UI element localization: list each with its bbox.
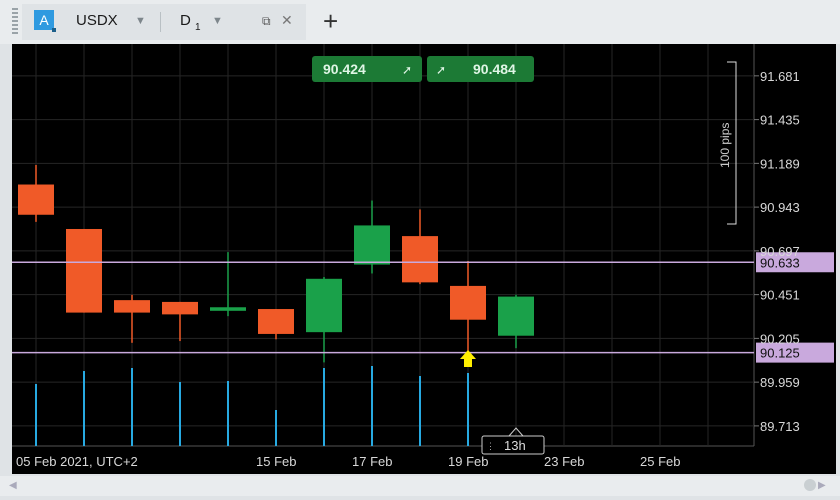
detach-window-icon[interactable]: ⧉ xyxy=(262,14,271,29)
price-tick-label: 90.697 xyxy=(760,244,800,259)
candlestick-chart[interactable]: 90.63390.125 91.68191.43591.18990.94390.… xyxy=(12,44,836,474)
date-tick-label: 19 Feb xyxy=(448,454,488,469)
pips-label: 100 pips xyxy=(718,123,732,168)
timeframe-multiplier: 1 xyxy=(195,22,201,33)
candle-body xyxy=(162,301,198,315)
candle-body xyxy=(402,236,438,283)
price-tick-label: 91.681 xyxy=(760,69,800,84)
scroll-left-icon[interactable]: ◀ xyxy=(9,480,17,491)
arrow-up-right-icon: ➚ xyxy=(436,63,446,77)
candle-body xyxy=(210,307,246,311)
horizontal-scrollbar[interactable]: ◀ ▶ xyxy=(0,476,840,496)
badge-corner-icon xyxy=(52,28,56,32)
price-tick-label: 91.189 xyxy=(760,156,800,171)
candle-body xyxy=(498,296,534,336)
candle-body xyxy=(114,300,150,313)
candle-body xyxy=(450,285,486,320)
chevron-down-icon[interactable]: ▼ xyxy=(212,15,223,27)
candle-body xyxy=(258,309,294,334)
symbol-label[interactable]: USDX xyxy=(76,12,118,29)
drag-handle[interactable] xyxy=(12,8,18,34)
price-tick-label: 89.959 xyxy=(760,375,800,390)
close-icon[interactable]: ✕ xyxy=(281,12,293,29)
buy-price[interactable]: 90.484 xyxy=(473,61,516,77)
tab-divider xyxy=(160,12,161,32)
date-tick-label: 15 Feb xyxy=(256,454,296,469)
scroll-thumb[interactable] xyxy=(804,479,816,491)
date-tick-label: 23 Feb xyxy=(544,454,584,469)
date-tick-label: 17 Feb xyxy=(352,454,392,469)
candle-body xyxy=(306,278,342,333)
chart-area[interactable]: 90.633 90.125 91.681 91.435 91.189 90.943 90.… xyxy=(12,44,836,474)
price-tick-label: 90.943 xyxy=(760,200,800,215)
chevron-down-icon[interactable]: ▼ xyxy=(135,15,146,27)
candle-body xyxy=(66,228,102,313)
arrow-up-right-icon: ➚ xyxy=(402,63,412,77)
price-tick-label: 90.451 xyxy=(760,288,800,303)
add-tab-button[interactable]: + xyxy=(323,6,338,37)
time-marker-label: 13h xyxy=(504,438,526,453)
date-tick-label: 05 Feb 2021, UTC+2 xyxy=(16,454,138,469)
candle-body xyxy=(18,184,54,215)
grip-icon: ⋮ xyxy=(486,441,495,451)
price-level-label: 90.125 xyxy=(760,346,800,361)
date-tick-label: 25 Feb xyxy=(640,454,680,469)
volume-bars xyxy=(35,366,469,446)
price-axis: 91.681 91.435 91.189 90.943 90.697 90.451 90.2… xyxy=(754,69,800,434)
time-axis: 05 Feb 2021, UTC+2 15 Feb 17 Feb 19 Feb 23 F… xyxy=(16,454,680,469)
price-tick-label: 90.205 xyxy=(760,331,800,346)
price-tick-label: 91.435 xyxy=(760,113,800,128)
sell-price[interactable]: 90.424 xyxy=(323,61,366,77)
scroll-right-icon[interactable]: ▶ xyxy=(818,480,826,491)
tab-bar: A USDX ▼ D 1 ▼ ⧉ ✕ + xyxy=(0,0,840,44)
timeframe-label[interactable]: D xyxy=(180,12,191,29)
account-badge[interactable]: A xyxy=(34,10,54,30)
price-tick-label: 89.713 xyxy=(760,419,800,434)
candle-body xyxy=(354,225,390,265)
